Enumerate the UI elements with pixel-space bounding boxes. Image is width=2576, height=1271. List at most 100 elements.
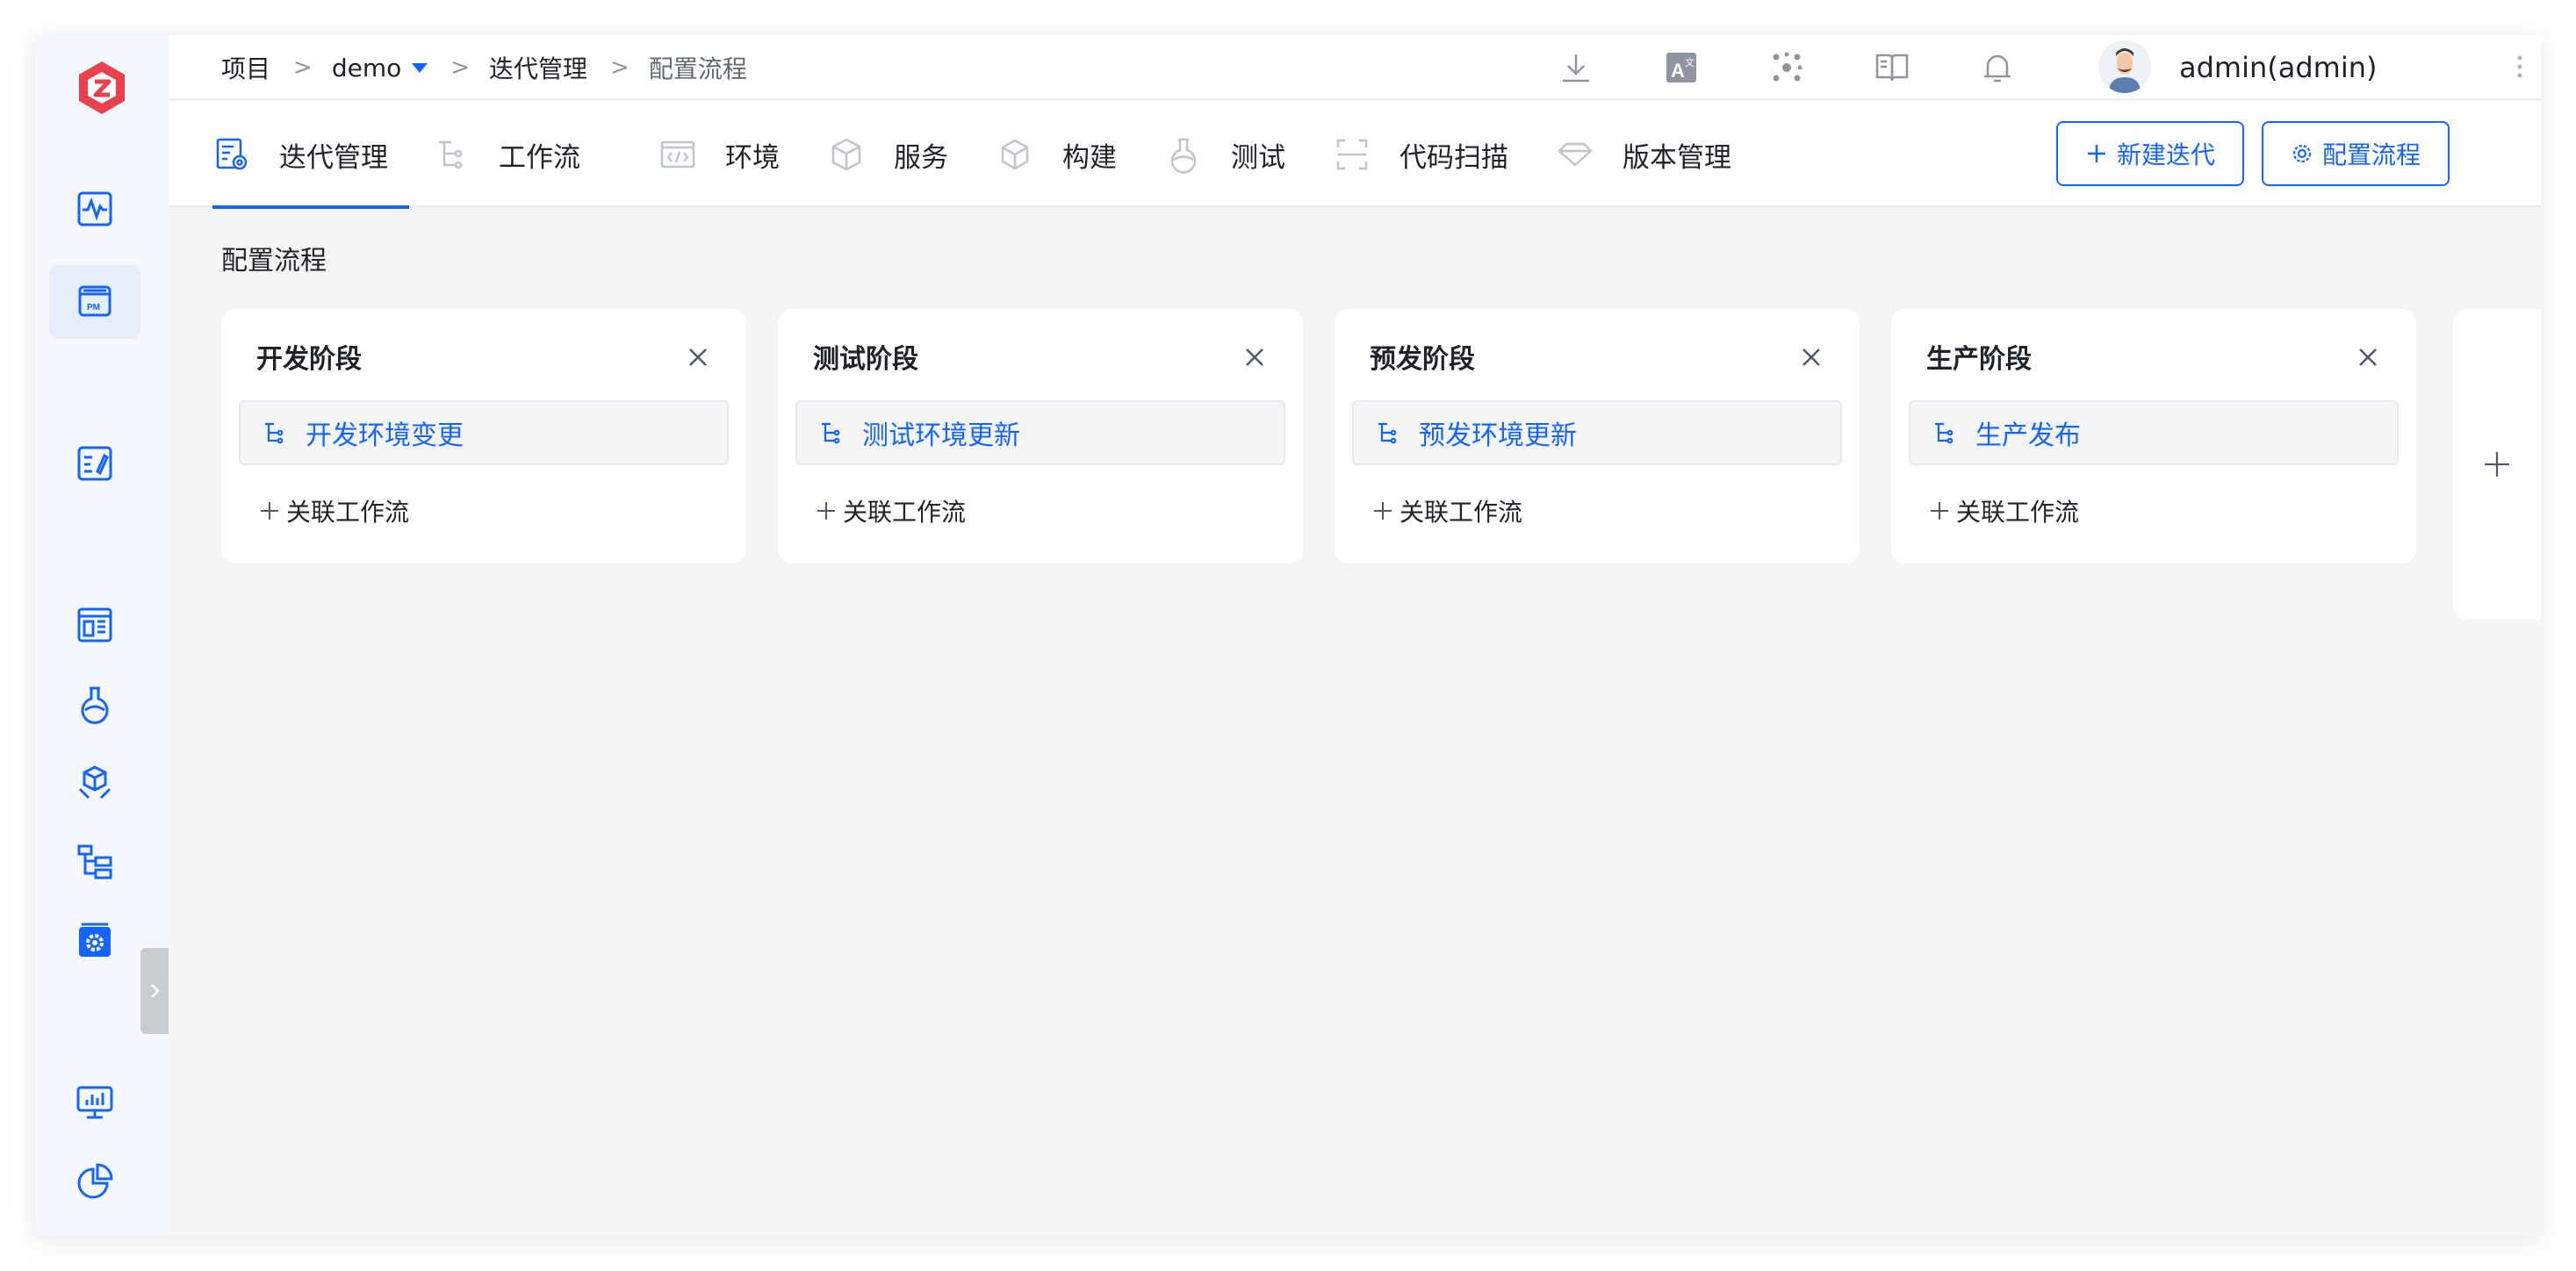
- scan-icon: [1336, 139, 1368, 170]
- tab-service[interactable]: 服务: [827, 102, 948, 207]
- link-workflow-button[interactable]: 关联工作流: [258, 493, 409, 528]
- stage-title: 开发阶段: [256, 344, 362, 375]
- book-icon[interactable]: [1872, 47, 1912, 88]
- close-icon[interactable]: [1241, 344, 1268, 370]
- tab-test[interactable]: 测试: [1164, 102, 1285, 207]
- link-workflow-label: 关联工作流: [286, 498, 410, 527]
- dashboard-icon[interactable]: [49, 588, 140, 662]
- link-workflow-label: 关联工作流: [1400, 498, 1523, 527]
- tab-environment[interactable]: 环境: [658, 102, 780, 207]
- tab-build[interactable]: 构建: [996, 102, 1117, 207]
- breadcrumb-current: 配置流程: [648, 54, 747, 83]
- tab-code-scan[interactable]: 代码扫描: [1333, 102, 1508, 207]
- page-title: 配置流程: [221, 246, 327, 276]
- stage-card: 预发阶段 预发环境更新 关联工作流: [1335, 309, 1860, 564]
- workflow-item[interactable]: 测试环境更新: [795, 400, 1285, 465]
- gear-icon: [2292, 144, 2312, 163]
- plus-icon: [817, 502, 835, 520]
- code-env-icon: [660, 140, 695, 169]
- breadcrumb-separator: >: [450, 54, 471, 81]
- config-flow-button[interactable]: 配置流程: [2262, 121, 2450, 186]
- avatar[interactable]: [2098, 40, 2151, 93]
- version-diamond-icon: [1558, 142, 1593, 167]
- new-iteration-label: 新建迭代: [2116, 140, 2215, 169]
- stage-title: 预发阶段: [1370, 344, 1475, 375]
- stage-card: 生产阶段 生产发布 关联工作流: [1891, 309, 2416, 564]
- tab-version[interactable]: 版本管理: [1556, 102, 1731, 207]
- plus-icon: [2485, 452, 2509, 477]
- sidebar-expand-button[interactable]: [140, 948, 169, 1034]
- tab-label: 版本管理: [1623, 141, 1731, 174]
- caret-down-icon[interactable]: [412, 62, 428, 73]
- translate-icon[interactable]: A 文: [1661, 47, 1702, 88]
- tab-workflow[interactable]: 工作流: [432, 102, 580, 207]
- svg-text:文: 文: [1685, 56, 1695, 68]
- plus-icon: [1374, 502, 1392, 520]
- tab-iteration[interactable]: 迭代管理: [212, 102, 409, 209]
- service-cube-icon: [831, 138, 861, 171]
- workflow-icon: [439, 140, 463, 169]
- pm-board-icon[interactable]: PM: [49, 265, 140, 339]
- plus-icon: [2087, 145, 2105, 162]
- edit-doc-icon[interactable]: [49, 427, 140, 500]
- new-iteration-button[interactable]: 新建迭代: [2056, 121, 2244, 186]
- link-workflow-label: 关联工作流: [843, 498, 967, 527]
- tree-icon[interactable]: [49, 825, 140, 899]
- module-tabs: 迭代管理 工作流 环境 服务 构建 测试 代码扫描 版本管理 新建迭代 配置流程: [169, 102, 2541, 209]
- user-name[interactable]: admin(admin): [2179, 35, 2378, 100]
- link-workflow-button[interactable]: 关联工作流: [815, 493, 966, 528]
- close-icon[interactable]: [1798, 344, 1824, 370]
- tab-label: 构建: [1062, 141, 1117, 174]
- download-icon[interactable]: [1556, 47, 1596, 88]
- flask-icon[interactable]: [49, 667, 140, 741]
- add-stage-button[interactable]: [2453, 309, 2541, 620]
- link-workflow-label: 关联工作流: [1956, 498, 2080, 527]
- settings-box-icon[interactable]: [49, 904, 140, 978]
- close-icon[interactable]: [2355, 344, 2381, 370]
- app-window: PM 项目 > demo > 迭代管理 > 配置流程 A 文 admin(adm…: [35, 35, 2541, 1236]
- build-box-icon: [1001, 139, 1029, 170]
- monitor-chart-icon[interactable]: [49, 1066, 140, 1139]
- link-workflow-button[interactable]: 关联工作流: [1371, 493, 1522, 528]
- pie-chart-icon[interactable]: [49, 1145, 140, 1218]
- workflow-item[interactable]: 开发环境变更: [239, 400, 729, 465]
- top-header: 项目 > demo > 迭代管理 > 配置流程 A 文 admin(admin): [169, 35, 2541, 100]
- stage-title: 测试阶段: [813, 344, 918, 375]
- breadcrumb: 项目 > demo > 迭代管理 > 配置流程: [221, 35, 747, 100]
- workflow-item[interactable]: 预发环境更新: [1352, 400, 1842, 465]
- package-icon[interactable]: [49, 746, 140, 820]
- logo-icon[interactable]: [72, 58, 132, 118]
- network-icon[interactable]: [1767, 47, 1807, 88]
- tab-label: 迭代管理: [279, 141, 388, 174]
- stage-title: 生产阶段: [1926, 344, 2032, 375]
- workflow-icon: [1378, 422, 1397, 444]
- tab-label: 代码扫描: [1400, 141, 1508, 174]
- plus-icon: [1931, 502, 1948, 520]
- breadcrumb-separator: >: [293, 54, 313, 81]
- close-icon[interactable]: [685, 344, 711, 370]
- stage-card: 开发阶段 开发环境变更 关联工作流: [221, 309, 746, 564]
- breadcrumb-iteration[interactable]: 迭代管理: [489, 50, 587, 85]
- tab-label: 环境: [725, 141, 780, 174]
- workflow-icon: [265, 422, 284, 444]
- tab-label: 服务: [894, 141, 948, 174]
- breadcrumb-demo[interactable]: demo: [332, 54, 401, 83]
- workflow-name: 预发环境更新: [1419, 420, 1577, 451]
- breadcrumb-separator: >: [610, 54, 630, 81]
- workflow-icon: [822, 422, 840, 444]
- tab-label: 测试: [1231, 141, 1285, 174]
- workflow-name: 开发环境变更: [306, 420, 464, 451]
- pulse-icon[interactable]: [49, 172, 140, 246]
- config-flow-label: 配置流程: [2321, 140, 2421, 169]
- bell-icon[interactable]: [1977, 47, 2018, 88]
- more-vertical-icon[interactable]: [2502, 49, 2537, 84]
- sidebar: PM: [35, 35, 169, 1236]
- test-flask-icon: [1170, 138, 1197, 174]
- link-workflow-button[interactable]: 关联工作流: [1928, 493, 2079, 528]
- workflow-icon: [1935, 422, 1954, 444]
- workflow-item[interactable]: 生产发布: [1909, 400, 2399, 465]
- breadcrumb-project[interactable]: 项目: [221, 50, 270, 85]
- chevron-right-icon: [151, 984, 160, 998]
- stage-card: 测试阶段 测试环境更新 关联工作流: [778, 309, 1303, 564]
- svg-text:A: A: [1671, 60, 1685, 82]
